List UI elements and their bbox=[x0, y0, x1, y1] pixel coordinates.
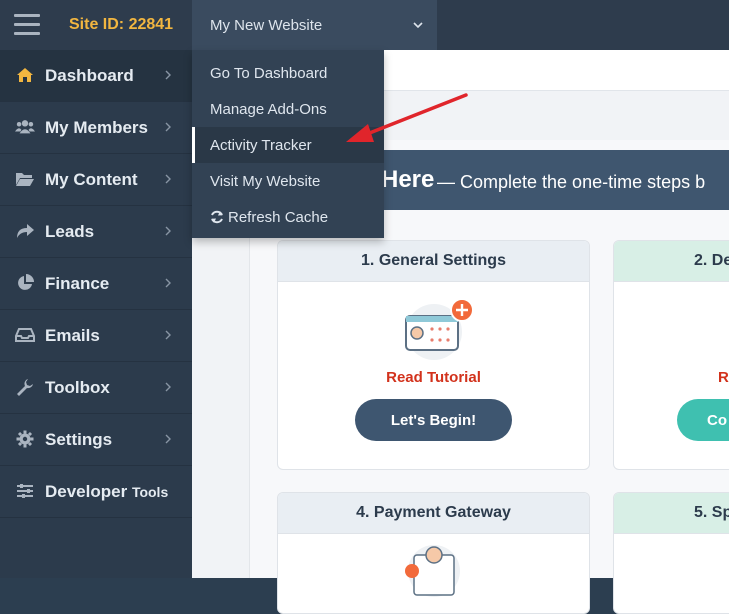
read-tutorial-link[interactable]: Read Tutorial bbox=[278, 369, 589, 386]
banner-title: Here bbox=[381, 166, 435, 193]
sidebar-item-label: My Members bbox=[45, 118, 148, 137]
website-selector-label: My New Website bbox=[210, 17, 323, 34]
card-title: 2. De bbox=[614, 241, 729, 282]
sidebar-item-label: Developer Tools bbox=[45, 482, 168, 502]
sidebar-item-label: Emails bbox=[45, 326, 100, 345]
sidebar-item-toolbox[interactable]: Toolbox bbox=[0, 362, 192, 414]
step-card-2: 2. De R Co bbox=[613, 240, 729, 470]
step-card-payment-gateway: 4. Payment Gateway bbox=[277, 492, 590, 614]
chevron-right-icon bbox=[165, 382, 171, 392]
card-title: 4. Payment Gateway bbox=[278, 493, 589, 534]
refresh-icon bbox=[210, 210, 224, 224]
sidebar-item-my-content[interactable]: My Content bbox=[0, 154, 192, 206]
chevron-down-icon bbox=[413, 22, 423, 29]
sidebar-item-my-members[interactable]: My Members bbox=[0, 102, 192, 154]
sidebar-item-dashboard[interactable]: Dashboard bbox=[0, 50, 192, 102]
menu-item-visit-my-website[interactable]: Visit My Website bbox=[192, 163, 384, 199]
sidebar-item-label: My Content bbox=[45, 170, 138, 189]
continue-button[interactable]: Co bbox=[677, 399, 729, 441]
sidebar-item-settings[interactable]: Settings bbox=[0, 414, 192, 466]
sidebar-item-label: Dashboard bbox=[45, 66, 134, 85]
inbox-icon bbox=[15, 325, 35, 345]
read-tutorial-link[interactable]: R bbox=[718, 369, 729, 386]
annotation-arrow-icon bbox=[346, 93, 468, 142]
top-bar: Site ID: 22841 My New Website bbox=[0, 0, 729, 50]
sidebar-item-label: Finance bbox=[45, 274, 110, 293]
sliders-icon bbox=[15, 481, 35, 501]
sidebar-item-finance[interactable]: Finance bbox=[0, 258, 192, 310]
lets-begin-button[interactable]: Let's Begin! bbox=[355, 399, 512, 441]
menu-item-go-to-dashboard[interactable]: Go To Dashboard bbox=[192, 55, 384, 91]
banner-subtitle: — Complete the one-time steps b bbox=[437, 172, 706, 192]
sidebar-item-developer-tools[interactable]: Developer Tools bbox=[0, 466, 192, 518]
site-id-label: Site ID: 22841 bbox=[69, 16, 174, 33]
hamburger-menu-icon[interactable] bbox=[14, 14, 40, 36]
tools-label: Tools bbox=[131, 484, 169, 500]
chevron-right-icon bbox=[165, 434, 171, 444]
payment-illustration-icon bbox=[405, 545, 460, 597]
folder-icon bbox=[15, 169, 35, 189]
developer-label: Developer bbox=[45, 482, 128, 501]
pie-chart-icon bbox=[15, 273, 35, 293]
menu-item-refresh-cache[interactable]: Refresh Cache bbox=[192, 199, 384, 235]
chevron-right-icon bbox=[165, 174, 171, 184]
card-title: 5. Sp bbox=[614, 493, 729, 534]
sidebar: Dashboard My Members My Content Leads Fi… bbox=[0, 50, 192, 578]
card-title: 1. General Settings bbox=[278, 241, 589, 282]
share-icon bbox=[15, 221, 35, 241]
sidebar-item-leads[interactable]: Leads bbox=[0, 206, 192, 258]
chevron-right-icon bbox=[165, 278, 171, 288]
gear-icon bbox=[15, 429, 35, 449]
website-selector[interactable]: My New Website bbox=[192, 0, 437, 50]
sidebar-item-label: Leads bbox=[45, 222, 95, 241]
home-icon bbox=[15, 65, 35, 85]
users-icon bbox=[15, 117, 35, 137]
step-card-general-settings: 1. General Settings Read Tutorial Let's … bbox=[277, 240, 590, 470]
wrench-icon bbox=[15, 377, 35, 397]
sidebar-item-label: Settings bbox=[45, 430, 113, 449]
chevron-right-icon bbox=[165, 226, 171, 236]
chevron-right-icon bbox=[165, 70, 171, 80]
settings-illustration-icon bbox=[405, 298, 474, 360]
chevron-right-icon bbox=[165, 122, 171, 132]
sidebar-item-label: Toolbox bbox=[45, 378, 110, 397]
sidebar-item-emails[interactable]: Emails bbox=[0, 310, 192, 362]
chevron-right-icon bbox=[165, 330, 171, 340]
step-card-5: 5. Sp bbox=[613, 492, 729, 614]
